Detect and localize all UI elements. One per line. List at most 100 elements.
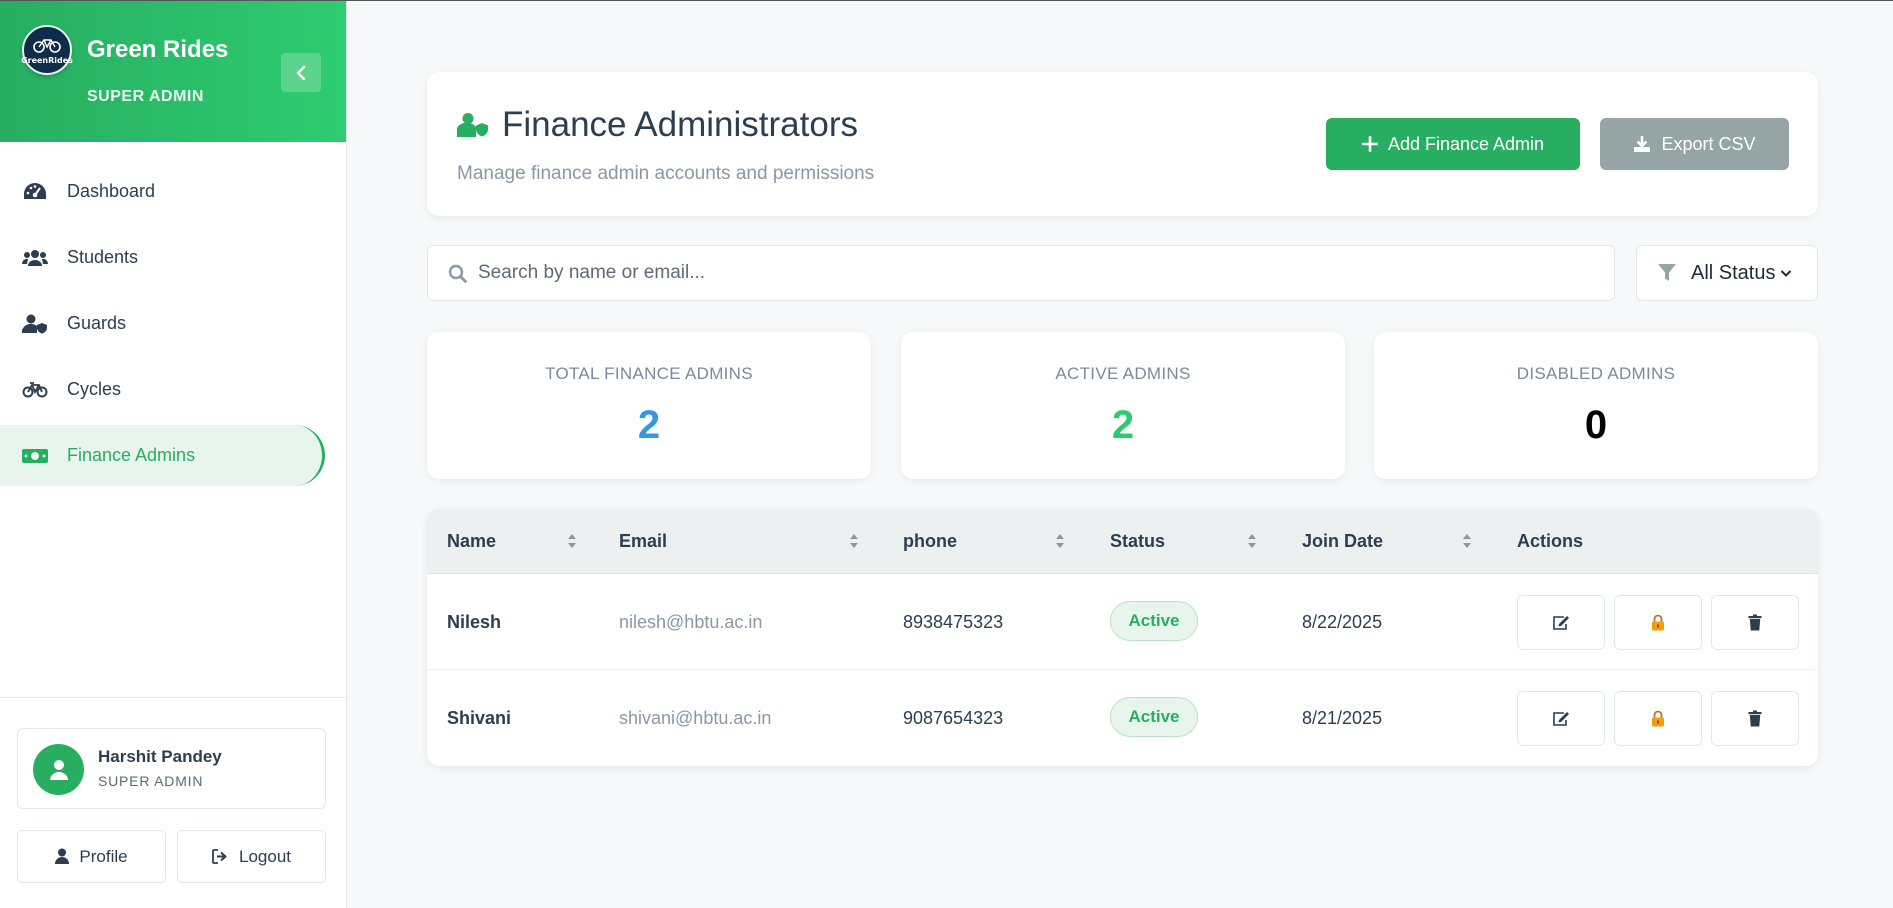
cell-phone: 8938475323 — [903, 612, 1004, 632]
stat-label: DISABLED ADMINS — [1516, 364, 1676, 383]
export-csv-label: Export CSV — [1661, 133, 1756, 154]
page-header: Finance Administrators Manage finance ad… — [427, 72, 1818, 216]
bicycle-logo-icon — [33, 38, 61, 53]
stat-value: 0 — [1584, 403, 1608, 447]
page-title: Finance Administrators — [502, 105, 858, 144]
search-icon — [448, 264, 467, 288]
stat-value: 2 — [1111, 403, 1135, 447]
stat-card-active: ACTIVE ADMINS 2 — [901, 332, 1345, 479]
export-csv-button[interactable]: Export CSV — [1600, 118, 1789, 170]
brand-role: SUPER ADMIN — [87, 88, 204, 105]
brand-header: GreenRides Green Rides SUPER ADMIN — [0, 1, 346, 142]
cell-email: nilesh@hbtu.ac.in — [619, 612, 763, 632]
cell-join-date: 8/22/2025 — [1302, 612, 1383, 632]
delete-button[interactable] — [1711, 595, 1799, 650]
column-header-email[interactable]: Email — [619, 531, 667, 552]
stat-label: TOTAL FINANCE ADMINS — [545, 364, 753, 383]
user-shield-icon — [22, 313, 48, 335]
add-finance-admin-button[interactable]: Add Finance Admin — [1326, 118, 1580, 170]
lock-icon — [1652, 614, 1664, 631]
cell-name: Nilesh — [447, 612, 502, 632]
status-filter-select[interactable]: All Status — [1636, 245, 1818, 301]
sidebar-footer: Harshit Pandey SUPER ADMIN Profile Logou… — [0, 697, 347, 908]
trash-icon — [1748, 710, 1762, 727]
cell-join-date: 8/21/2025 — [1302, 708, 1383, 728]
table-row: Nilesh nilesh@hbtu.ac.in 8938475323 Acti… — [427, 574, 1818, 670]
page-subtitle: Manage finance admin accounts and permis… — [457, 163, 875, 184]
column-header-status[interactable]: Status — [1110, 531, 1165, 552]
sidebar-item-label: Students — [67, 247, 139, 267]
finance-admins-table: Name Email phone Status Join Date Action… — [427, 509, 1818, 766]
plus-icon — [1361, 136, 1378, 152]
gauge-icon — [22, 181, 48, 203]
user-role: SUPER ADMIN — [98, 773, 204, 789]
bicycle-icon — [22, 379, 48, 401]
logout-label: Logout — [239, 846, 291, 866]
lock-button[interactable] — [1614, 691, 1702, 746]
status-filter-value: All Status — [1691, 261, 1776, 284]
user-card: Harshit Pandey SUPER ADMIN — [17, 728, 326, 809]
stat-card-disabled: DISABLED ADMINS 0 — [1374, 332, 1818, 479]
sort-icon[interactable] — [1247, 533, 1257, 554]
brand-name: Green Rides — [87, 36, 229, 63]
chevron-left-icon — [296, 65, 306, 80]
sidebar-item-label: Guards — [67, 313, 127, 333]
user-icon — [49, 759, 68, 780]
profile-label: Profile — [79, 846, 128, 866]
chevron-down-icon — [1780, 268, 1792, 278]
trash-icon — [1748, 614, 1762, 631]
lock-icon — [1652, 710, 1664, 727]
brand-logo: GreenRides — [21, 25, 73, 75]
edit-button[interactable] — [1517, 691, 1605, 746]
search-bar — [427, 245, 1615, 301]
cell-name: Shivani — [447, 708, 512, 728]
logout-button[interactable]: Logout — [177, 830, 326, 883]
sidebar-item-guards[interactable]: Guards — [0, 293, 347, 354]
user-name: Harshit Pandey — [98, 747, 222, 766]
sort-icon[interactable] — [1462, 533, 1472, 554]
sort-icon[interactable] — [849, 533, 859, 554]
sort-icon[interactable] — [1055, 533, 1065, 554]
sidebar-item-dashboard[interactable]: Dashboard — [0, 161, 347, 222]
stat-card-total: TOTAL FINANCE ADMINS 2 — [427, 332, 871, 479]
column-header-name[interactable]: Name — [447, 531, 496, 552]
filter-icon — [1657, 263, 1677, 283]
sidebar-collapse-button[interactable] — [281, 53, 321, 92]
status-badge: Active — [1110, 601, 1198, 641]
edit-icon — [1553, 615, 1569, 630]
table-row: Shivani shivani@hbtu.ac.in 9087654323 Ac… — [427, 670, 1818, 766]
stat-label: ACTIVE ADMINS — [1055, 364, 1191, 383]
users-icon — [22, 247, 48, 269]
sign-out-icon — [212, 849, 229, 864]
download-icon — [1633, 135, 1651, 153]
edit-button[interactable] — [1517, 595, 1605, 650]
column-header-join-date[interactable]: Join Date — [1302, 531, 1383, 552]
sidebar-item-label: Dashboard — [67, 181, 156, 201]
user-shield-icon — [455, 112, 489, 143]
cell-email: shivani@hbtu.ac.in — [619, 708, 772, 728]
search-input[interactable] — [478, 246, 1598, 300]
user-icon — [55, 848, 70, 865]
lock-button[interactable] — [1614, 595, 1702, 650]
sidebar: GreenRides Green Rides SUPER ADMIN Dashb… — [0, 1, 347, 908]
sidebar-item-cycles[interactable]: Cycles — [0, 359, 347, 420]
money-bill-icon — [22, 445, 48, 467]
cell-phone: 9087654323 — [903, 708, 1004, 728]
sidebar-item-label: Finance Admins — [67, 445, 196, 465]
sidebar-item-students[interactable]: Students — [0, 227, 347, 288]
column-header-actions: Actions — [1517, 531, 1584, 551]
stat-value: 2 — [637, 403, 661, 447]
sidebar-item-finance-admins[interactable]: Finance Admins — [0, 425, 325, 486]
logo-text: GreenRides — [21, 55, 73, 65]
delete-button[interactable] — [1711, 691, 1799, 746]
add-finance-admin-label: Add Finance Admin — [1387, 133, 1545, 154]
avatar — [33, 744, 84, 795]
profile-button[interactable]: Profile — [17, 830, 166, 883]
column-header-phone[interactable]: phone — [903, 531, 957, 552]
sidebar-nav: Dashboard Students Guards Cycles Finance… — [0, 161, 347, 491]
sidebar-item-label: Cycles — [67, 379, 122, 399]
status-badge: Active — [1110, 697, 1198, 737]
edit-icon — [1553, 711, 1569, 726]
table-header: Name Email phone Status Join Date Action… — [427, 509, 1818, 574]
sort-icon[interactable] — [567, 533, 577, 554]
